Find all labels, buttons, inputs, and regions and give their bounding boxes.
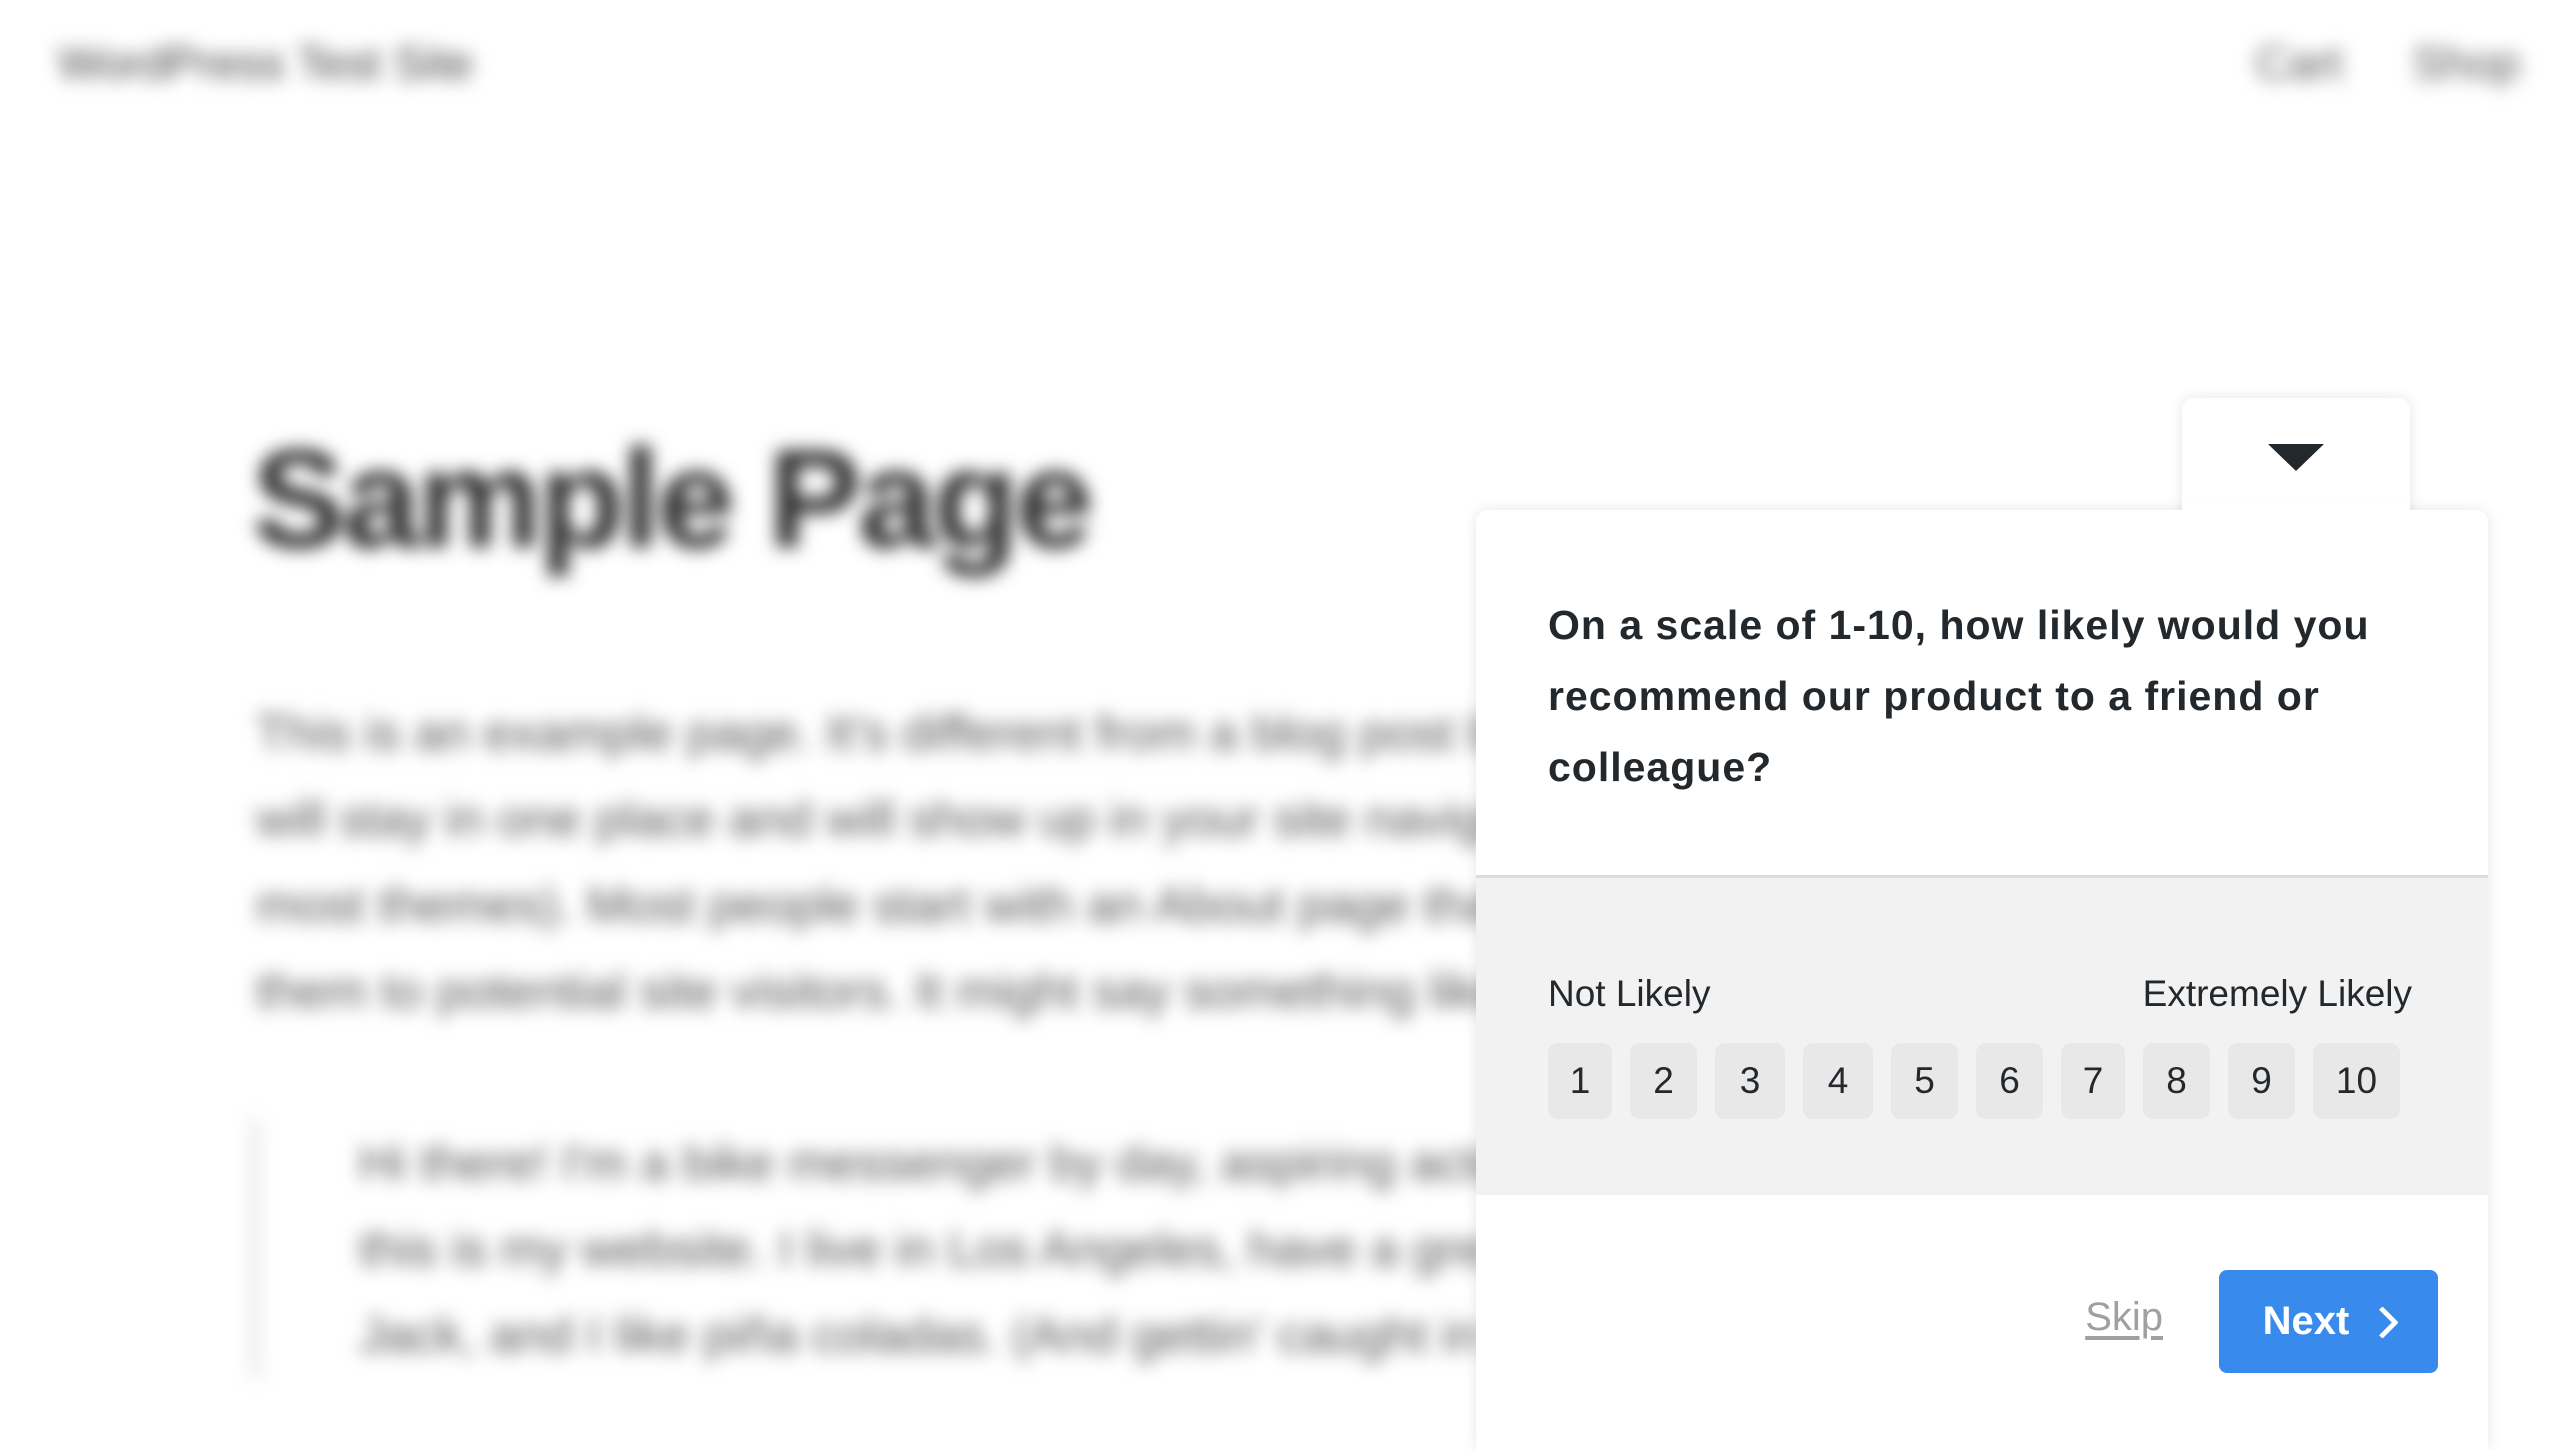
rating-button-2[interactable]: 2 <box>1630 1043 1697 1119</box>
rating-scale: 1 2 3 4 5 6 7 8 9 10 <box>1548 1043 2400 1119</box>
site-title[interactable]: WordPress Test Site <box>58 36 473 90</box>
rating-button-4[interactable]: 4 <box>1803 1043 1873 1119</box>
rating-button-8[interactable]: 8 <box>2143 1043 2210 1119</box>
label-extremely-likely: Extremely Likely <box>2142 973 2412 1014</box>
rating-button-9[interactable]: 9 <box>2228 1043 2295 1119</box>
rating-button-3[interactable]: 3 <box>1715 1043 1785 1119</box>
next-button-label: Next <box>2262 1299 2350 1343</box>
nav-shop[interactable]: Shop <box>2413 36 2520 90</box>
nav-cart[interactable]: Cart <box>2256 36 2343 90</box>
caret-down-icon <box>2268 444 2324 471</box>
rating-button-7[interactable]: 7 <box>2061 1043 2125 1119</box>
site-nav: Cart Shop <box>2256 36 2520 90</box>
rating-button-10[interactable]: 10 <box>2313 1043 2400 1119</box>
chevron-right-icon <box>2366 1306 2400 1339</box>
survey-popup: On a scale of 1-10, how likely would you… <box>1476 510 2488 1450</box>
survey-question: On a scale of 1-10, how likely would you… <box>1548 602 2370 790</box>
next-button[interactable]: Next <box>2219 1270 2438 1373</box>
label-not-likely: Not Likely <box>1548 973 1711 1014</box>
skip-link[interactable]: Skip <box>2085 1295 2163 1340</box>
rating-section: Not Likely Extremely Likely 1 2 3 4 5 6 … <box>1476 875 2488 1201</box>
tab-joint <box>2182 500 2410 530</box>
survey-footer: Skip Next <box>1476 1195 2488 1450</box>
rating-button-6[interactable]: 6 <box>1976 1043 2043 1119</box>
page-title: Sample Page <box>252 420 1094 577</box>
rating-button-5[interactable]: 5 <box>1891 1043 1958 1119</box>
rating-button-1[interactable]: 1 <box>1548 1043 1612 1119</box>
